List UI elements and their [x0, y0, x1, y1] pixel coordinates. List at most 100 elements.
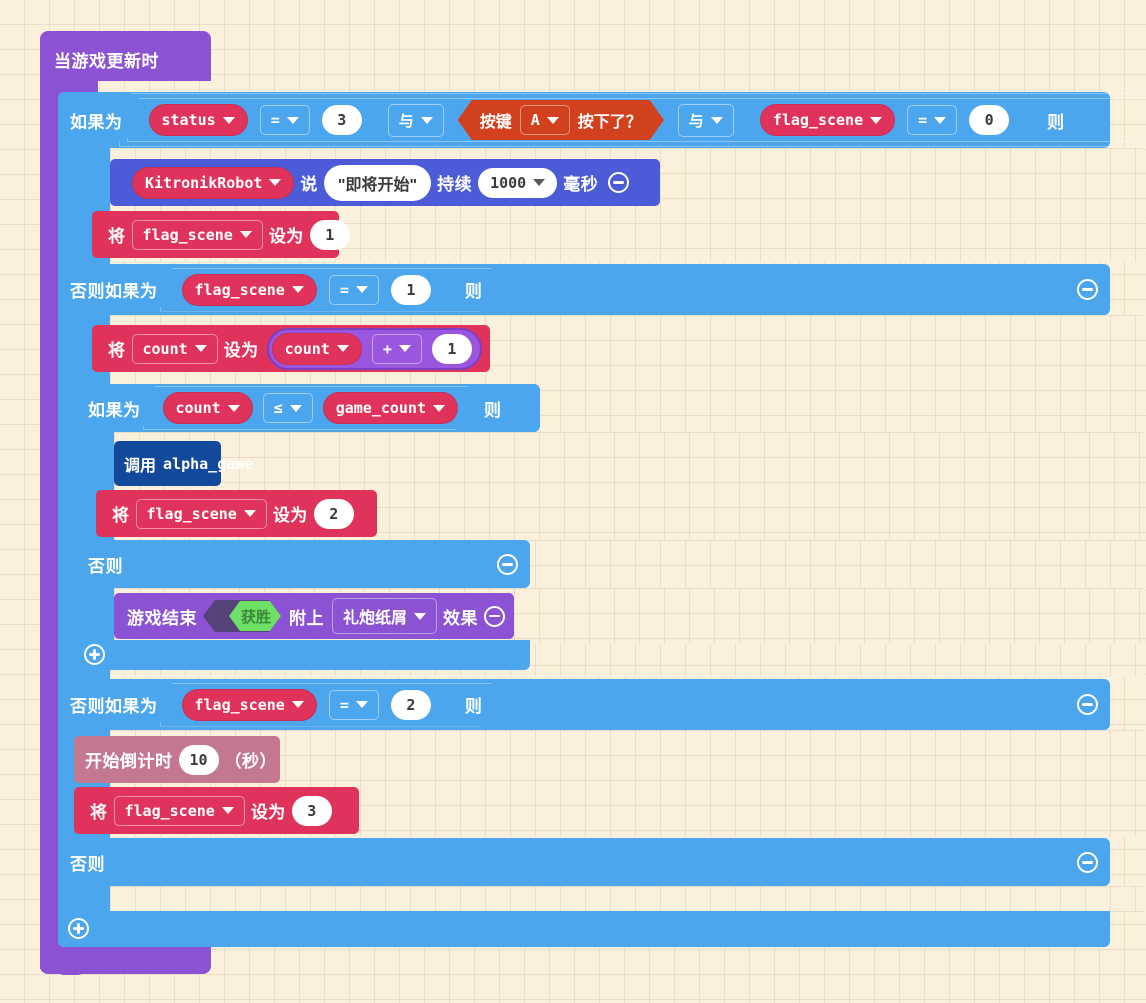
game-over-prefix: 游戏结束	[127, 608, 197, 628]
hat-block-on-game-update[interactable]: 当游戏更新时	[40, 31, 211, 81]
countdown-notch	[92, 736, 118, 741]
call-function-name: alpha_game	[163, 454, 254, 473]
math-operator-label: +	[382, 339, 392, 358]
else-keyword-2: 否则	[70, 854, 105, 874]
math-operand-a-variable[interactable]: count	[271, 332, 362, 365]
else-keyword-1: 否则	[88, 556, 123, 576]
chevron-down-icon[interactable]	[243, 510, 256, 517]
duration-value-text: 1000	[490, 173, 527, 192]
outer-if-footer[interactable]	[58, 911, 1110, 947]
add-else-branch-nested-icon[interactable]	[84, 644, 105, 665]
call-function-block[interactable]: 调用 alpha_game	[114, 441, 253, 486]
chevron-down-icon[interactable]	[336, 345, 349, 352]
collapse-game-over-icon[interactable]	[484, 605, 505, 627]
chevron-down-icon[interactable]	[194, 345, 207, 352]
button-pressed-prefix: 按键	[479, 114, 512, 131]
game-over-with-label: 附上	[288, 608, 324, 628]
game-over-block[interactable]: 游戏结束 获胜 附上 礼炮纸屑 效果	[114, 593, 514, 639]
else-if-keyword-2: 否则如果为	[70, 697, 158, 716]
duration-unit-label: 毫秒	[563, 175, 599, 194]
set-keyword-3: 将	[112, 506, 130, 525]
blockly-workspace[interactable]: 当游戏更新时 如果为 status = 3 与 按键 A 按下了？ 与 flag…	[0, 0, 1146, 1003]
condition-hex-group-2[interactable]: flag_scene = 1	[168, 270, 431, 310]
collapse-nested-else-icon[interactable]	[497, 554, 518, 575]
chevron-down-icon[interactable]	[239, 231, 252, 238]
set-flag-scene-3-notch	[92, 787, 118, 792]
game-over-boolean-slot[interactable]: 获胜	[203, 600, 281, 632]
button-pressed-block[interactable]: 按键 A 按下了？	[458, 100, 664, 140]
else-row-final[interactable]: 否则	[58, 838, 1110, 886]
if-condition-row-1[interactable]: 如果为 status = 3 与 按键 A 按下了？ 与 flag_scene …	[58, 92, 1110, 148]
duration-label: 持续	[437, 175, 473, 194]
math-add-block[interactable]: count + 1	[266, 327, 482, 370]
set-flag-scene-2-notch	[114, 490, 140, 495]
add-else-branch-outer-icon[interactable]	[68, 918, 89, 939]
set-flag-scene-1-variable[interactable]: flag_scene	[131, 219, 263, 250]
set-flag-scene-2-value[interactable]: 2	[313, 498, 354, 529]
set-flag-scene-1-variable-label: flag_scene	[142, 225, 233, 244]
to-keyword-3: 设为	[272, 506, 308, 525]
button-name-label: A	[530, 111, 540, 129]
then-keyword-3: 则	[484, 400, 502, 420]
boolean-win-label: 获胜	[240, 608, 271, 626]
condition-hex-group-1[interactable]: status = 3 与 按键 A 按下了？ 与 flag_scene = 0	[135, 99, 1010, 141]
set-keyword-1: 将	[108, 227, 126, 246]
else-if-keyword-1: 否则如果为	[70, 282, 158, 301]
collapse-say-block-icon[interactable]	[608, 172, 630, 193]
chevron-down-icon[interactable]	[533, 179, 546, 186]
math-operator[interactable]: +	[371, 333, 422, 364]
game-over-effect-dropdown[interactable]: 礼炮纸屑	[331, 598, 437, 634]
set-flag-scene-3-variable[interactable]: flag_scene	[113, 795, 245, 826]
set-count-block[interactable]: 将 count 设为 count + 1	[92, 325, 490, 372]
duration-value-input[interactable]: 1000	[478, 167, 558, 198]
set-flag-scene-block-3[interactable]: 将 flag_scene 设为 3	[74, 787, 359, 834]
call-keyword: 调用	[124, 457, 157, 475]
robot-name-dropdown[interactable]: KitronikRobot	[132, 166, 295, 199]
chevron-down-icon[interactable]	[398, 345, 411, 352]
chevron-down-icon[interactable]	[221, 807, 234, 814]
call-function-notch	[132, 441, 158, 446]
nested-else-row[interactable]: 否则	[76, 540, 530, 588]
set-flag-scene-2-variable[interactable]: flag_scene	[135, 498, 267, 529]
collapse-else-if-1-icon[interactable]	[1077, 279, 1098, 300]
if-keyword-1: 如果为	[70, 112, 123, 132]
set-flag-scene-3-value[interactable]: 3	[291, 795, 332, 826]
set-flag-scene-2-variable-label: flag_scene	[146, 504, 237, 523]
collapse-else-final-icon[interactable]	[1077, 852, 1098, 873]
game-over-notch	[132, 593, 158, 598]
button-name-dropdown[interactable]: A	[520, 105, 570, 135]
countdown-block[interactable]: 开始倒计时 10 （秒）	[74, 736, 280, 783]
hat-block-label: 当游戏更新时	[54, 52, 159, 71]
set-flag-scene-1-notch	[110, 211, 136, 216]
nested-if-condition-row[interactable]: 如果为 count ≤ game_count 则	[76, 384, 540, 432]
set-flag-scene-block-2[interactable]: 将 flag_scene 设为 2	[96, 490, 377, 537]
boolean-win-block[interactable]: 获胜	[229, 601, 283, 631]
math-operand-b-value[interactable]: 1	[431, 333, 472, 364]
condition-hex-group-4[interactable]: flag_scene = 2	[168, 685, 431, 725]
else-if-condition-row-2[interactable]: 否则如果为 flag_scene = 2 则	[58, 679, 1110, 730]
nested-if-footer[interactable]	[76, 640, 530, 670]
else-if-condition-row-1[interactable]: 否则如果为 flag_scene = 1 则	[58, 264, 1110, 315]
chevron-down-icon[interactable]	[269, 179, 282, 186]
countdown-value-input[interactable]: 10	[178, 744, 219, 775]
chevron-down-icon[interactable]	[547, 117, 559, 124]
chevron-down-icon[interactable]	[414, 612, 426, 620]
say-message-input[interactable]: "即将开始"	[323, 164, 432, 201]
set-flag-scene-1-value[interactable]: 1	[309, 219, 350, 250]
countdown-label: 开始倒计时	[85, 752, 173, 771]
collapse-else-if-2-icon[interactable]	[1077, 694, 1098, 715]
button-pressed-suffix: 按下了？	[577, 114, 642, 131]
to-keyword-4: 设为	[250, 803, 286, 822]
robot-say-block-notch	[128, 159, 154, 164]
set-flag-scene-3-variable-label: flag_scene	[124, 801, 215, 820]
set-keyword-4: 将	[90, 803, 108, 822]
robot-say-block[interactable]: KitronikRobot 说 "即将开始" 持续 1000 毫秒	[110, 159, 660, 206]
game-over-effect-suffix: 效果	[443, 608, 478, 628]
countdown-unit-label: （秒）	[224, 752, 277, 771]
condition-hex-group-3[interactable]: count ≤ game_count	[151, 388, 459, 428]
robot-name-label: KitronikRobot	[145, 173, 263, 192]
set-count-variable[interactable]: count	[131, 333, 218, 364]
set-count-block-notch	[110, 325, 136, 330]
to-keyword-2: 设为	[223, 341, 259, 360]
set-flag-scene-block-1[interactable]: 将 flag_scene 设为 1	[92, 211, 350, 258]
